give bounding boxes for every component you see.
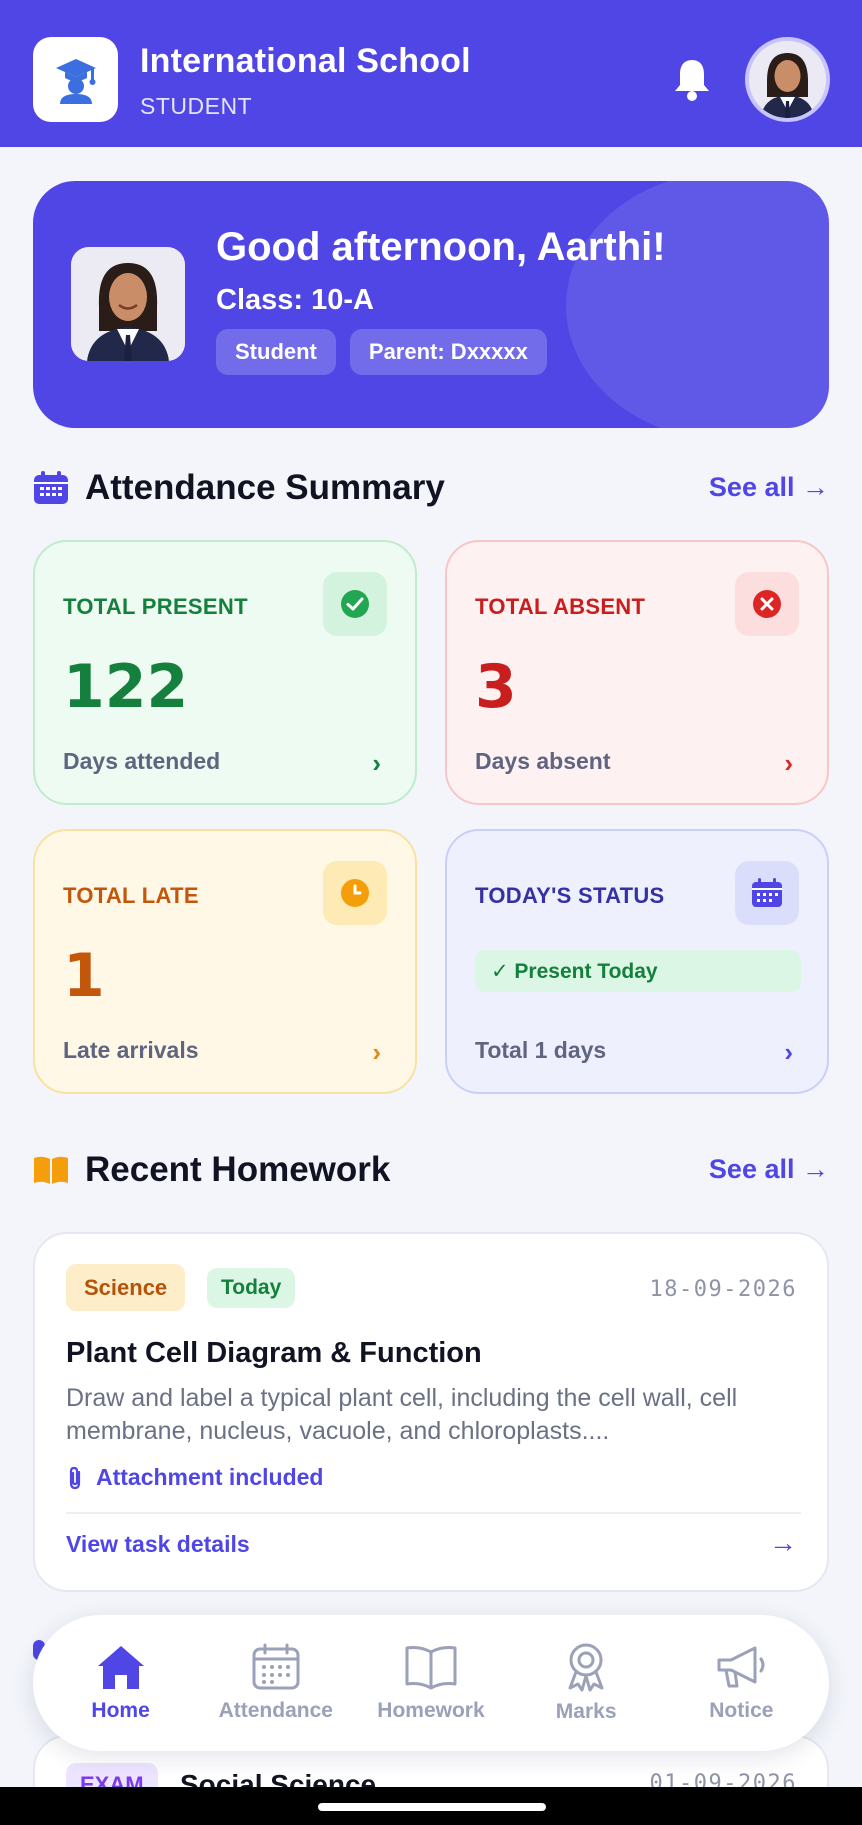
chevron-right-icon: › bbox=[372, 1037, 381, 1067]
stat-value: 122 bbox=[63, 652, 189, 722]
greeting-card: Good afternoon, Aarthi! Class: 10-A Stud… bbox=[33, 181, 829, 428]
total-absent-card[interactable]: TOTAL ABSENT 3 Days absent › bbox=[445, 540, 829, 805]
nav-item-notice[interactable]: Notice bbox=[666, 1643, 816, 1723]
notification-button[interactable] bbox=[667, 53, 717, 105]
stat-icon-box bbox=[735, 861, 799, 925]
role-chips: Student Parent: Dxxxxx bbox=[216, 329, 547, 375]
book-icon bbox=[405, 1646, 457, 1690]
bell-icon bbox=[675, 60, 709, 101]
chevron-right-icon: › bbox=[784, 1037, 793, 1067]
class-info: Class: 10-A bbox=[216, 284, 374, 316]
stat-subtitle: Days attended bbox=[63, 748, 221, 774]
divider bbox=[66, 1512, 801, 1514]
decorative-circle bbox=[566, 181, 829, 428]
homework-date: 18-09-2026 bbox=[649, 1277, 797, 1302]
homework-description: Draw and label a typical plant cell, inc… bbox=[66, 1384, 738, 1445]
stat-value: 1 bbox=[63, 941, 105, 1011]
homework-section-header: Recent Homework See all → bbox=[33, 1144, 829, 1194]
attendance-section-title: Attendance Summary bbox=[85, 468, 445, 507]
calendar-icon bbox=[752, 878, 782, 907]
attachment-label: Attachment included bbox=[96, 1464, 324, 1490]
school-logo bbox=[33, 37, 118, 122]
calendar-icon bbox=[252, 1643, 300, 1690]
x-circle-icon bbox=[753, 590, 781, 618]
role-chip-parent: Parent: Dxxxxx bbox=[349, 329, 547, 375]
nav-label: Homework bbox=[377, 1699, 485, 1722]
present-today-badge: ✓ Present Today bbox=[475, 950, 801, 992]
student-portrait bbox=[71, 247, 185, 361]
attendance-see-all-link[interactable]: See all → bbox=[709, 472, 829, 503]
nav-label: Marks bbox=[555, 1700, 617, 1723]
stat-subtitle: Total 1 days bbox=[475, 1037, 607, 1063]
nav-label: Notice bbox=[709, 1699, 774, 1722]
award-icon bbox=[568, 1643, 604, 1692]
subject-badge: Science bbox=[66, 1264, 186, 1311]
chevron-right-icon: › bbox=[372, 748, 381, 778]
nav-item-homework[interactable]: Homework bbox=[356, 1643, 506, 1723]
stat-label: TOTAL LATE bbox=[63, 883, 199, 908]
stat-subtitle: Days absent bbox=[475, 748, 611, 774]
clock-icon bbox=[341, 879, 369, 907]
school-name: International School bbox=[140, 42, 471, 80]
todays-status-card[interactable]: TODAY'S STATUS ✓ Present Today Total 1 d… bbox=[445, 829, 829, 1094]
greeting-title: Good afternoon, Aarthi! bbox=[216, 225, 666, 269]
app-header: International School STUDENT bbox=[0, 0, 862, 147]
role-chip-student: Student bbox=[216, 329, 336, 375]
view-task-details-link[interactable]: View task details bbox=[66, 1531, 250, 1558]
check-circle-icon bbox=[341, 590, 369, 618]
stat-subtitle: Late arrivals bbox=[63, 1037, 199, 1063]
graduation-cap-student-icon bbox=[55, 58, 96, 104]
stat-label: TODAY'S STATUS bbox=[475, 883, 665, 908]
student-portrait bbox=[749, 41, 826, 118]
due-today-badge: Today bbox=[207, 1268, 296, 1308]
bottom-navigation: Home Attendance Homework Marks Notice bbox=[33, 1615, 829, 1751]
home-indicator[interactable] bbox=[318, 1803, 546, 1811]
nav-item-attendance[interactable]: Attendance bbox=[201, 1643, 351, 1723]
homework-section-title: Recent Homework bbox=[85, 1150, 391, 1189]
stat-value: 3 bbox=[475, 652, 517, 722]
attendance-section-header: Attendance Summary See all → bbox=[33, 462, 829, 512]
homework-card[interactable]: Science Today 18-09-2026 Plant Cell Diag… bbox=[33, 1232, 829, 1592]
homework-see-all-link[interactable]: See all → bbox=[709, 1154, 829, 1185]
home-icon bbox=[97, 1646, 144, 1689]
arrow-right-icon[interactable]: → bbox=[769, 1527, 797, 1559]
stat-icon-box bbox=[735, 572, 799, 636]
megaphone-icon bbox=[717, 1646, 765, 1688]
nav-label: Attendance bbox=[218, 1699, 333, 1722]
paperclip-icon bbox=[69, 1466, 81, 1489]
user-role: STUDENT bbox=[140, 93, 253, 119]
profile-avatar[interactable] bbox=[745, 37, 830, 122]
nav-item-marks[interactable]: Marks bbox=[511, 1642, 661, 1724]
stat-label: TOTAL ABSENT bbox=[475, 594, 646, 619]
stat-icon-box bbox=[323, 572, 387, 636]
open-book-icon bbox=[34, 1156, 68, 1184]
nav-item-home[interactable]: Home bbox=[46, 1643, 196, 1723]
chevron-right-icon: › bbox=[784, 748, 793, 778]
student-photo bbox=[71, 247, 185, 361]
total-present-card[interactable]: TOTAL PRESENT 122 Days attended › bbox=[33, 540, 417, 805]
stat-icon-box bbox=[323, 861, 387, 925]
stat-label: TOTAL PRESENT bbox=[63, 594, 248, 619]
homework-title: Plant Cell Diagram & Function bbox=[66, 1337, 482, 1369]
attachment-indicator: Attachment included bbox=[66, 1464, 323, 1491]
nav-label: Home bbox=[91, 1699, 150, 1722]
calendar-icon bbox=[34, 471, 68, 504]
total-late-card[interactable]: TOTAL LATE 1 Late arrivals › bbox=[33, 829, 417, 1094]
